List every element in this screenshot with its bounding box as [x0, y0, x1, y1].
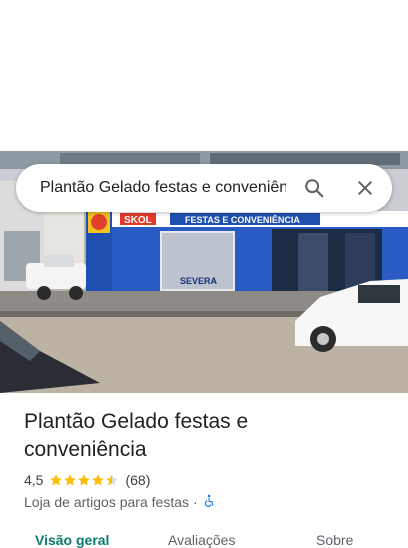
review-count[interactable]: (68) — [125, 472, 150, 488]
tab-reviews[interactable]: Avaliações — [168, 532, 235, 548]
skol-sign-text: SKOL — [124, 215, 152, 226]
category-row: Loja de artigos para festas · — [24, 492, 216, 512]
place-title: Plantão Gelado festas e conveniência — [24, 410, 249, 461]
star-icon — [92, 474, 105, 486]
rating-row[interactable]: 4,5 (68) — [24, 470, 150, 490]
search-input[interactable]: Plantão Gelado festas e conveniênc — [40, 179, 286, 197]
place-category: Loja de artigos para festas — [24, 494, 189, 510]
place-tabs: Visão geral Avaliações Sobre — [0, 528, 408, 548]
star-icon — [50, 474, 63, 486]
tab-about[interactable]: Sobre — [316, 532, 353, 548]
search-bar[interactable]: Plantão Gelado festas e conveniênc — [16, 164, 392, 212]
tab-overview[interactable]: Visão geral — [35, 532, 109, 548]
star-rating — [49, 473, 119, 487]
search-icon[interactable] — [302, 176, 326, 200]
wheelchair-icon — [202, 494, 216, 511]
store-sign-text: FESTAS E CONVENIÊNCIA — [185, 214, 300, 225]
half-star-icon — [106, 474, 119, 486]
close-icon[interactable] — [353, 176, 377, 200]
star-icon — [78, 474, 91, 486]
separator-dot: · — [193, 494, 198, 510]
star-icon — [64, 474, 77, 486]
rating-value: 4,5 — [24, 472, 44, 488]
banner-text: SEVERA — [180, 276, 218, 286]
